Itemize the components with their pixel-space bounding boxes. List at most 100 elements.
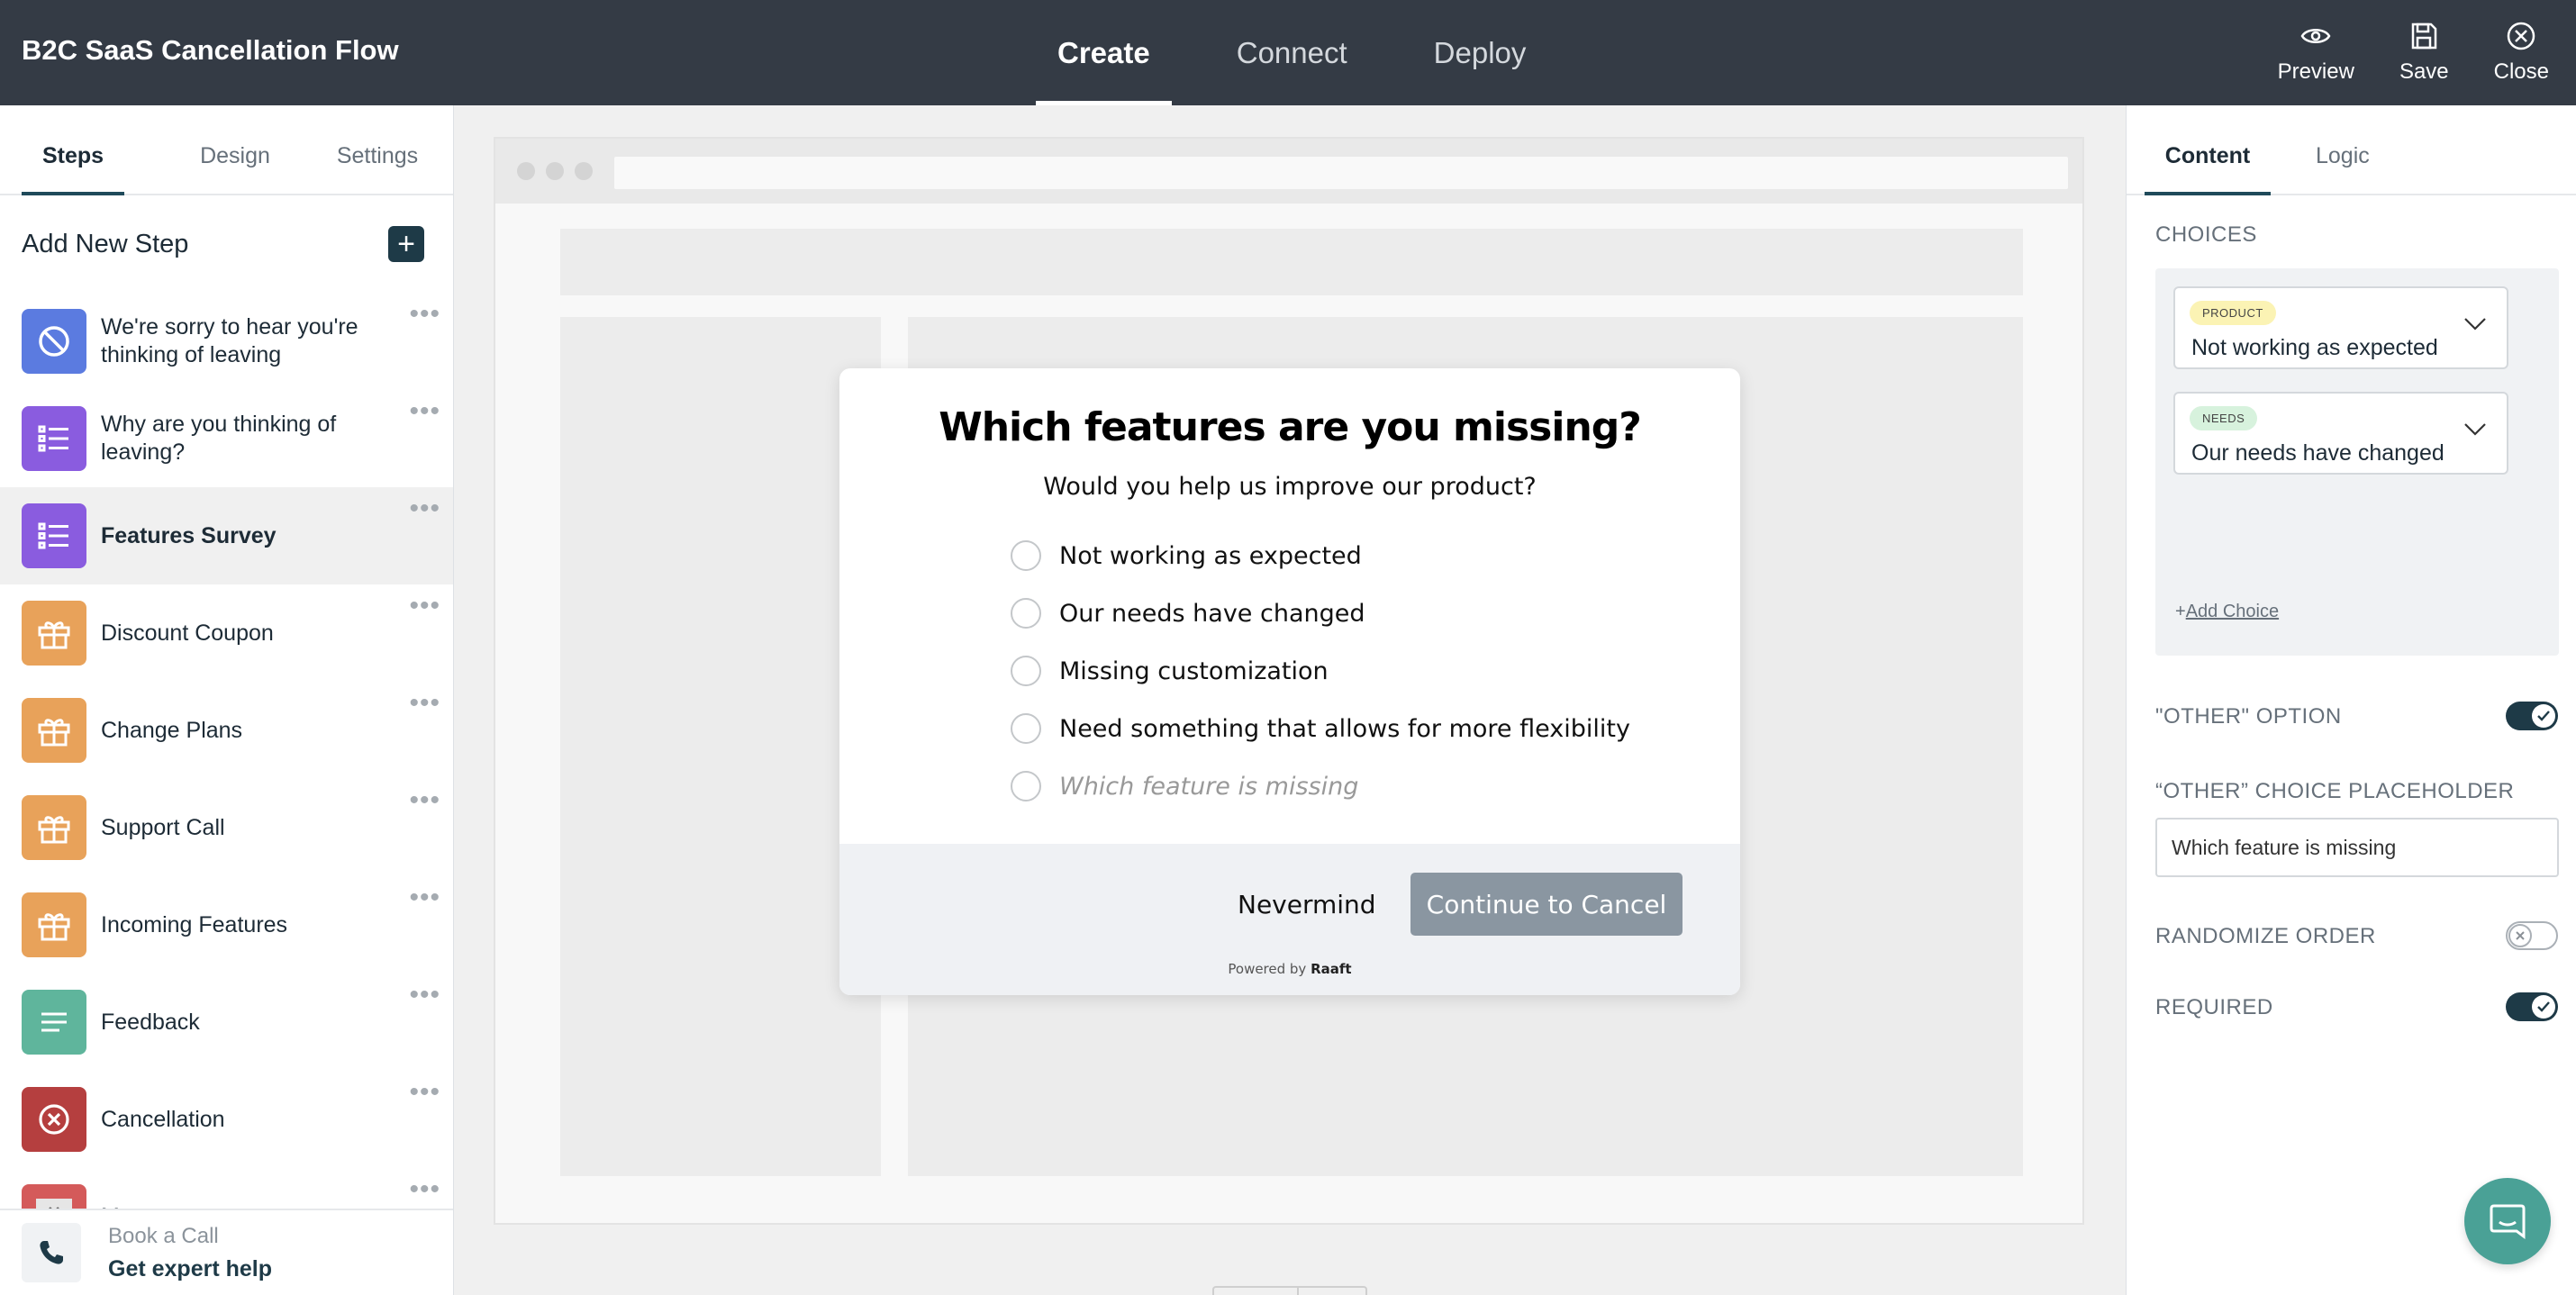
window-dot: [575, 162, 593, 180]
canvas-resize-handle[interactable]: [1212, 1286, 1367, 1295]
phone-icon: [22, 1223, 81, 1282]
radio-circle[interactable]: [1011, 713, 1041, 744]
step-item[interactable]: We're sorry to hear you're thinking of l…: [0, 293, 453, 390]
add-step-button[interactable]: +: [388, 226, 424, 262]
option-label: Our needs have changed: [1059, 599, 1365, 628]
radio-circle[interactable]: [1011, 598, 1041, 629]
step-label: Features Survey: [101, 522, 277, 548]
chat-launcher-button[interactable]: [2464, 1178, 2551, 1264]
preview-button[interactable]: Preview: [2278, 20, 2354, 85]
randomize-order-toggle[interactable]: [2506, 921, 2558, 950]
more-icon[interactable]: •••: [409, 593, 440, 620]
choice-select[interactable]: NEEDS Our needs have changed: [2173, 392, 2508, 475]
powered-by-brand: Raaft: [1311, 961, 1352, 977]
choices-heading: CHOICES: [2155, 222, 2257, 247]
option-radio[interactable]: Missing customization: [1011, 642, 1630, 700]
radio-circle[interactable]: [1011, 771, 1041, 801]
chat-icon: [2490, 1204, 2526, 1239]
option-label: Missing customization: [1059, 657, 1329, 685]
step-item[interactable]: Feedback •••: [0, 974, 453, 1071]
choices-box: PRODUCT Not working as expected NEEDS Ou…: [2155, 268, 2559, 656]
step-list: We're sorry to hear you're thinking of l…: [0, 293, 453, 1265]
more-icon[interactable]: •••: [409, 690, 440, 717]
book-call-subtitle: Book a Call: [108, 1223, 219, 1248]
more-icon[interactable]: •••: [409, 982, 440, 1009]
step-item-active[interactable]: Features Survey •••: [0, 487, 453, 584]
main-tabs: Create Connect Deploy: [1036, 0, 1591, 105]
more-icon[interactable]: •••: [409, 301, 440, 328]
close-label: Close: [2493, 59, 2549, 84]
other-option-toggle[interactable]: [2506, 702, 2558, 730]
left-sidebar: Steps Design Settings Add New Step + We'…: [0, 105, 454, 1295]
right-panel: Content Logic CHOICES PRODUCT Not workin…: [2126, 105, 2576, 1295]
more-icon[interactable]: •••: [409, 495, 440, 522]
other-option-label: "OTHER" OPTION: [2155, 704, 2342, 729]
text-lines-icon: [22, 990, 86, 1055]
choice-value: Our needs have changed: [2191, 440, 2444, 466]
step-item[interactable]: Change Plans •••: [0, 682, 453, 779]
step-item[interactable]: Cancellation •••: [0, 1071, 453, 1168]
save-label: Save: [2399, 59, 2449, 84]
modal-footer: Nevermind Continue to Cancel Powered by …: [839, 844, 1740, 995]
option-radio[interactable]: Not working as expected: [1011, 527, 1630, 584]
sidebar-tabs: Steps Design Settings: [0, 105, 453, 195]
placeholder-sidebar: [560, 317, 881, 1176]
more-icon[interactable]: •••: [409, 787, 440, 814]
choice-value: Not working as expected: [2191, 335, 2438, 360]
top-actions: Preview Save Close: [2233, 20, 2549, 85]
tab-create[interactable]: Create: [1036, 0, 1172, 105]
list-icon: [22, 406, 86, 471]
step-label: Why are you thinking of leaving?: [101, 412, 337, 465]
tab-design[interactable]: Design: [164, 105, 306, 194]
tab-content[interactable]: Content: [2145, 105, 2271, 195]
more-icon[interactable]: •••: [409, 1176, 440, 1203]
step-item[interactable]: Discount Coupon •••: [0, 584, 453, 682]
choice-tag: NEEDS: [2190, 406, 2258, 430]
other-placeholder-input[interactable]: [2155, 818, 2559, 877]
plus-icon: +: [397, 227, 415, 261]
check-icon: [2532, 995, 2555, 1019]
add-choice-label: Add Choice: [2185, 602, 2280, 621]
option-other[interactable]: Which feature is missing: [1011, 757, 1630, 815]
step-label: Incoming Features: [101, 911, 288, 937]
randomize-order-label: RANDOMIZE ORDER: [2155, 924, 2376, 948]
option-label: Not working as expected: [1059, 541, 1362, 570]
add-choice-link[interactable]: +Add Choice: [2175, 602, 2279, 622]
window-dots: [517, 162, 603, 180]
option-radio[interactable]: Need something that allows for more flex…: [1011, 700, 1630, 757]
tab-deploy[interactable]: Deploy: [1412, 0, 1548, 105]
step-item[interactable]: Support Call •••: [0, 779, 453, 876]
choice-select[interactable]: PRODUCT Not working as expected: [2173, 286, 2508, 369]
more-icon[interactable]: •••: [409, 884, 440, 911]
tab-settings[interactable]: Settings: [306, 105, 449, 194]
add-step-row: Add New Step +: [0, 195, 453, 293]
book-call-card[interactable]: Book a Call Get expert help: [0, 1209, 453, 1295]
x-icon: [2508, 924, 2532, 947]
option-label: Need something that allows for more flex…: [1059, 714, 1630, 743]
right-panel-tabs: Content Logic: [2127, 105, 2576, 195]
add-step-label: Add New Step: [22, 229, 189, 258]
tab-connect[interactable]: Connect: [1215, 0, 1369, 105]
radio-circle[interactable]: [1011, 540, 1041, 571]
modal-title: Which features are you missing?: [939, 404, 1642, 450]
tab-steps[interactable]: Steps: [22, 105, 124, 195]
more-icon[interactable]: •••: [409, 1079, 440, 1106]
save-button[interactable]: Save: [2399, 20, 2449, 85]
more-icon[interactable]: •••: [409, 398, 440, 425]
other-option-placeholder[interactable]: Which feature is missing: [1059, 773, 1358, 801]
options-list: Not working as expected Our needs have c…: [1011, 527, 1630, 815]
close-button[interactable]: Close: [2494, 20, 2549, 85]
step-item[interactable]: Why are you thinking of leaving? •••: [0, 390, 453, 487]
url-bar: [614, 157, 2068, 189]
gift-icon: [22, 892, 86, 957]
continue-to-cancel-button[interactable]: Continue to Cancel: [1410, 873, 1683, 936]
other-placeholder-label: “OTHER” CHOICE PLACEHOLDER: [2155, 779, 2515, 803]
nevermind-button[interactable]: Nevermind: [1238, 873, 1376, 936]
step-item[interactable]: Incoming Features •••: [0, 876, 453, 974]
required-toggle[interactable]: [2506, 992, 2558, 1021]
choice-tag: PRODUCT: [2190, 301, 2276, 325]
radio-circle[interactable]: [1011, 656, 1041, 686]
close-icon: [2508, 22, 2535, 50]
tab-logic[interactable]: Logic: [2316, 105, 2370, 194]
option-radio[interactable]: Our needs have changed: [1011, 584, 1630, 642]
